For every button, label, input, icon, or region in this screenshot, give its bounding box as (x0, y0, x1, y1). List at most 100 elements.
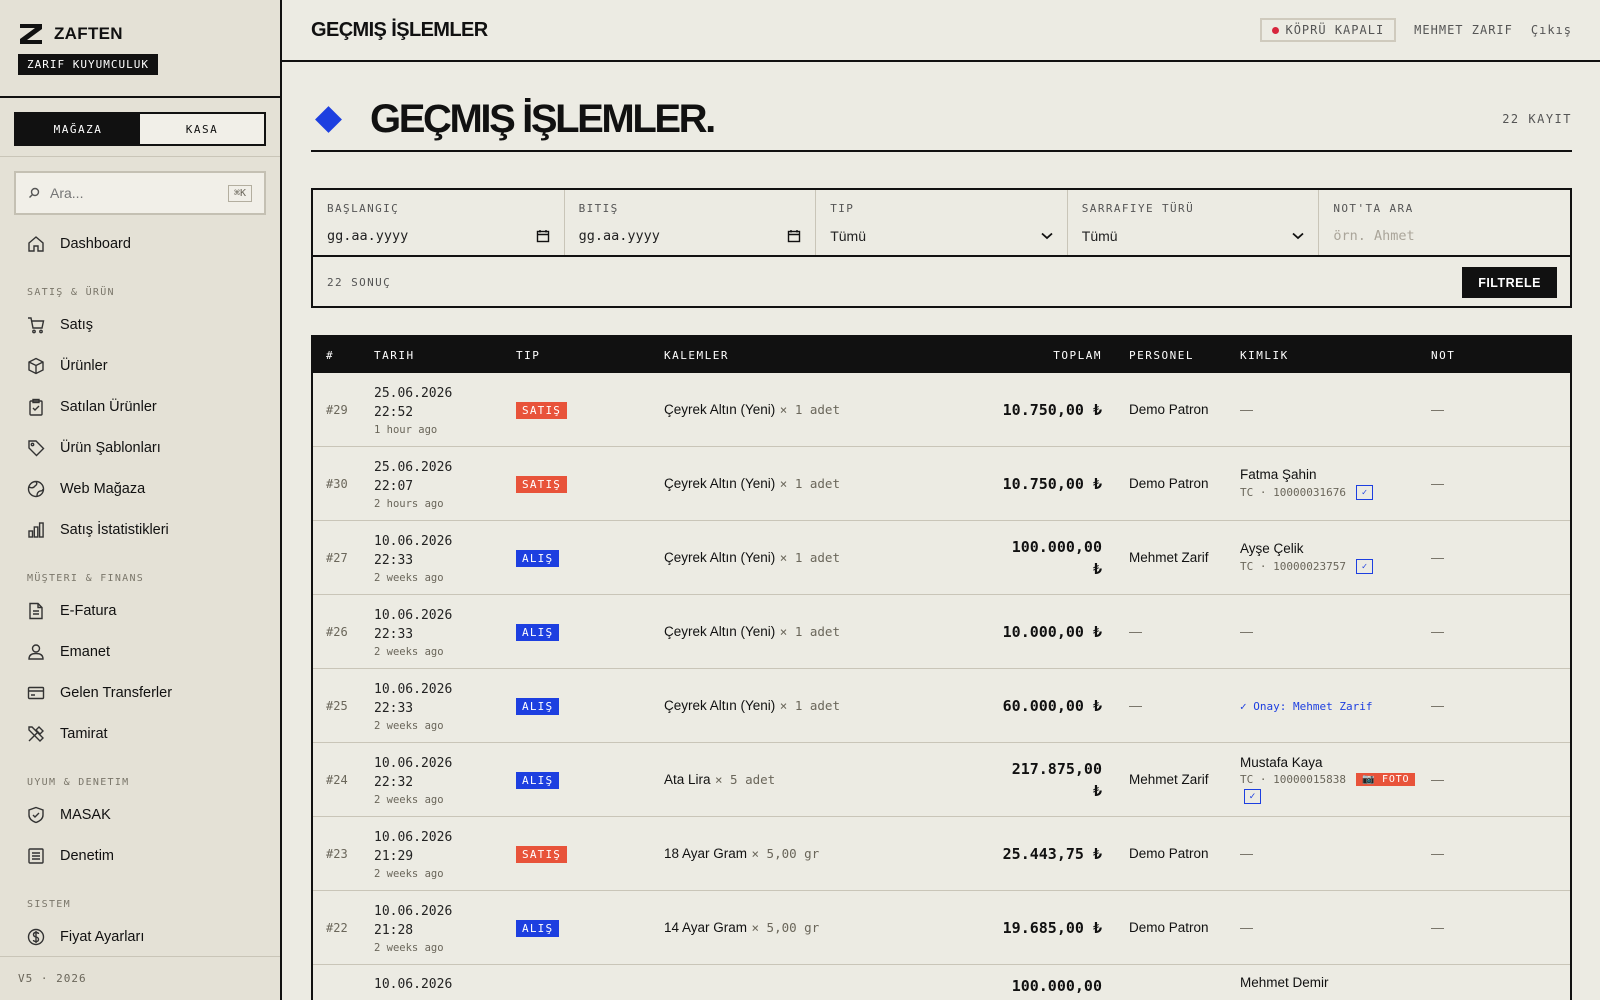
type-badge: ALIŞ (516, 697, 560, 715)
table-row[interactable]: #30 25.06.2026 22:07 2 hours ago SATIŞ Ç… (313, 447, 1570, 521)
header-date: TARIH (374, 348, 415, 362)
dollar-circle-icon (27, 928, 45, 945)
sidebar-item-product-templates[interactable]: Ürün Şablonları (0, 427, 280, 468)
bridge-status-label: KÖPRÜ KAPALI (1285, 23, 1385, 37)
row-type: SATIŞ (504, 401, 654, 419)
calendar-icon[interactable] (536, 229, 550, 243)
customer-tc: TC · 10000015838 (1240, 773, 1346, 786)
sidebar-item-label: Web Mağaza (60, 480, 146, 497)
result-count: 22 SONUÇ (327, 276, 392, 289)
sidebar-item-dashboard[interactable]: Dashboard (0, 223, 280, 264)
filter-label: NOT'TA ARA (1333, 202, 1414, 215)
customer-name: Fatma Şahin (1240, 467, 1317, 482)
search-input[interactable] (50, 185, 218, 201)
table-row[interactable]: #29 25.06.2026 22:52 1 hour ago SATIŞ Çe… (313, 373, 1570, 447)
verified-check-icon[interactable]: ✓ (1355, 485, 1373, 500)
sidebar-item-label: Satılan Ürünler (60, 398, 157, 415)
row-note: — (1431, 402, 1444, 417)
filter-type[interactable]: TIP Tümü (816, 190, 1068, 255)
row-date: 25.06.2026 22:07 2 hours ago (361, 458, 504, 510)
sidebar-item-masak[interactable]: MASAK (0, 794, 280, 835)
sidebar-item-label: Emanet (60, 643, 110, 660)
table-row[interactable]: #24 10.06.2026 22:32 2 weeks ago ALIŞ At… (313, 743, 1570, 817)
row-date-relative: 2 weeks ago (374, 941, 444, 954)
row-total: 10.750,00 ₺ (846, 473, 1104, 495)
person-icon (28, 643, 44, 660)
approval-note: ✓ Onay: Mehmet Zarif (1240, 699, 1373, 713)
logout-link[interactable]: Çıkış (1531, 23, 1572, 37)
note-search-input[interactable]: örn. Ahmet (1333, 228, 1414, 244)
filter-coin-type[interactable]: SARRAFIYE TÜRÜ Tümü (1068, 190, 1320, 255)
filter-start-date[interactable]: BAŞLANGIÇ gg.aa.yyyy (313, 190, 565, 255)
sidebar-item-sales[interactable]: Satış (0, 304, 280, 345)
nav-section-system: SISTEM (27, 899, 71, 910)
filter-actions: 22 SONUÇ FILTRELE (313, 257, 1570, 308)
filter-button[interactable]: FILTRELE (1462, 267, 1557, 298)
sidebar-item-e-invoice[interactable]: E-Fatura (0, 590, 280, 631)
sidebar-item-web-store[interactable]: Web Mağaza (0, 468, 280, 509)
table-header: # TARIH TIP KALEMLER TOPLAM PERSONEL KIM… (313, 337, 1570, 373)
home-icon (28, 235, 44, 252)
row-identity: Mustafa Kaya TC · 10000015838 📷 FOTO ✓ (1212, 755, 1429, 804)
sidebar-item-label: Tamirat (60, 725, 108, 742)
sidebar-divider (0, 156, 280, 157)
row-number: #22 (326, 920, 348, 935)
sidebar-item-products[interactable]: Ürünler (0, 345, 280, 386)
row-type: ALIŞ (504, 697, 654, 715)
total-value: 100.000,00 (1011, 977, 1102, 995)
sidebar-item-repair[interactable]: Tamirat (0, 713, 280, 754)
brand-subtitle: ZARIF KUYUMCULUK (18, 54, 158, 75)
item-name: Ata Lira (664, 771, 711, 787)
end-date-input[interactable]: gg.aa.yyyy (579, 228, 660, 244)
sidebar-item-incoming-transfers[interactable]: Gelen Transferler (0, 672, 280, 713)
item-name: Çeyrek Altın (Yeni) (664, 623, 776, 639)
mode-store-tab[interactable]: MAĞAZA (16, 114, 140, 144)
document-icon (29, 602, 43, 619)
table-row[interactable]: #25 10.06.2026 22:33 2 weeks ago ALIŞ Çe… (313, 669, 1570, 743)
nav-section-sales: SATIŞ & ÜRÜN (27, 287, 115, 298)
row-date: 10.06.2026 22:33 2 weeks ago (361, 532, 504, 584)
row-date-relative: 2 weeks ago (374, 867, 444, 880)
row-identity: — (1240, 920, 1253, 935)
row-note: — (1431, 476, 1444, 491)
filter-note-search[interactable]: NOT'TA ARA örn. Ahmet (1319, 190, 1570, 255)
filter-end-date[interactable]: BITIŞ gg.aa.yyyy (565, 190, 817, 255)
sidebar-item-audit[interactable]: Denetim (0, 835, 280, 876)
calendar-icon[interactable] (787, 229, 801, 243)
row-identity: — (1240, 846, 1253, 861)
table-row[interactable]: 10.06.2026 100.000,00 Mehmet Demir (313, 965, 1570, 1000)
sidebar-item-label: Dashboard (60, 235, 131, 252)
page-heading: GEÇMIŞ İŞLEMLER. 22 KAYIT (311, 88, 1572, 152)
row-total: 25.443,75 ₺ (846, 843, 1104, 865)
sidebar-item-sales-stats[interactable]: Satış İstatistikleri (0, 509, 280, 550)
verified-check-icon[interactable]: ✓ (1355, 559, 1373, 574)
verified-check-icon[interactable]: ✓ (1244, 789, 1261, 804)
brand-name: ZAFTEN (54, 24, 123, 43)
type-select[interactable]: Tümü (830, 228, 866, 244)
sidebar-item-sold-products[interactable]: Satılan Ürünler (0, 386, 280, 427)
filter-panel: BAŞLANGIÇ gg.aa.yyyy BITIŞ gg.aa.yyyy TI… (311, 188, 1572, 308)
user-name: MEHMET ZARIF (1414, 23, 1513, 37)
row-date: 10.06.2026 22:32 2 weeks ago (361, 754, 504, 806)
coin-type-select[interactable]: Tümü (1082, 228, 1118, 244)
row-date-day: 10.06.2026 (374, 977, 453, 992)
type-badge: SATIŞ (516, 845, 568, 863)
table-row[interactable]: #22 10.06.2026 21:28 2 weeks ago ALIŞ 14… (313, 891, 1570, 965)
brand: ZAFTEN ZARIF KUYUMCULUK (0, 0, 280, 98)
photo-badge[interactable]: 📷 FOTO (1355, 773, 1416, 786)
mode-register-tab[interactable]: KASA (140, 114, 264, 144)
table-row[interactable]: #27 10.06.2026 22:33 2 weeks ago ALIŞ Çe… (313, 521, 1570, 595)
table-row[interactable]: #26 10.06.2026 22:33 2 weeks ago ALIŞ Çe… (313, 595, 1570, 669)
item-name: Çeyrek Altın (Yeni) (664, 549, 776, 565)
type-badge: ALIŞ (516, 549, 560, 567)
row-date-time: 21:29 (374, 848, 414, 864)
table-row[interactable]: #23 10.06.2026 21:29 2 weeks ago SATIŞ 1… (313, 817, 1570, 891)
sidebar-item-escrow[interactable]: Emanet (0, 631, 280, 672)
sidebar-item-label: Denetim (60, 847, 114, 864)
customer-name: Mehmet Demir (1240, 975, 1329, 990)
sidebar-item-price-settings[interactable]: Fiyat Ayarları (0, 916, 280, 957)
start-date-input[interactable]: gg.aa.yyyy (327, 228, 408, 244)
nav-section-compliance: UYUM & DENETIM (27, 777, 130, 788)
sidebar-item-label: Ürün Şablonları (60, 439, 161, 456)
row-date-day: 10.06.2026 (374, 903, 453, 919)
